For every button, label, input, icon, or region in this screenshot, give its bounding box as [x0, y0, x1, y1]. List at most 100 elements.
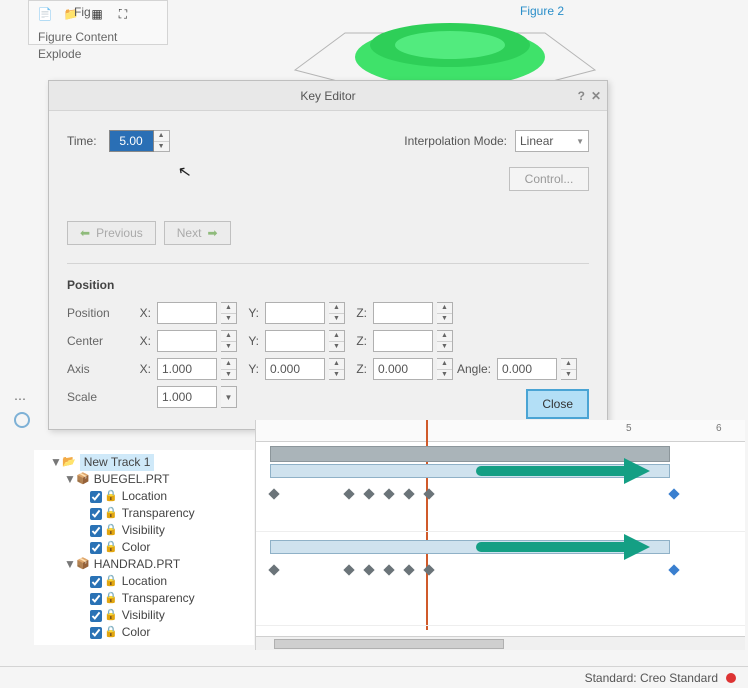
part-name: BUEGEL.PRT	[94, 471, 170, 488]
property-node[interactable]: 🔒Location	[78, 488, 252, 505]
position-y-input[interactable]	[265, 302, 325, 324]
crop-icon[interactable]: ⛶	[113, 5, 133, 23]
interp-dropdown[interactable]: Linear ▼	[515, 130, 589, 152]
keyframe-diamond[interactable]	[423, 488, 434, 499]
figure-tab-label[interactable]: Fig	[74, 5, 91, 19]
spinner[interactable]: ▲▼	[221, 330, 237, 352]
center-z-input[interactable]	[373, 330, 433, 352]
keyframe-row	[270, 562, 680, 578]
scrollbar-thumb[interactable]	[274, 639, 504, 649]
property-node[interactable]: 🔒Visibility	[78, 607, 252, 624]
dots-icon[interactable]: ⋯	[14, 392, 50, 406]
spinner[interactable]: ▲▼	[221, 358, 237, 380]
time-spinner[interactable]: ▲▼	[154, 130, 170, 152]
keyframe-diamond[interactable]	[423, 564, 434, 575]
x-label: X:	[137, 306, 157, 320]
spinner[interactable]: ▲▼	[561, 358, 577, 380]
timeline-scrollbar[interactable]	[256, 636, 745, 650]
ribbon-item-figure-content[interactable]: Figure Content	[38, 30, 117, 44]
property-checkbox[interactable]	[90, 610, 102, 622]
property-checkbox[interactable]	[90, 593, 102, 605]
spinner[interactable]: ▲▼	[437, 330, 453, 352]
property-checkbox[interactable]	[90, 576, 102, 588]
property-node[interactable]: 🔒Location	[78, 573, 252, 590]
row-center-label: Center	[67, 334, 137, 348]
y-label: Y:	[237, 306, 265, 320]
time-input[interactable]	[109, 130, 154, 152]
center-y-input[interactable]	[265, 330, 325, 352]
keyframe-diamond[interactable]	[668, 564, 679, 575]
center-x-input[interactable]	[157, 330, 217, 352]
property-node[interactable]: 🔒Transparency	[78, 505, 252, 522]
property-checkbox[interactable]	[90, 525, 102, 537]
position-x-input[interactable]	[157, 302, 217, 324]
part-icon: 📦	[76, 556, 90, 573]
status-dot-icon	[726, 673, 736, 683]
arrow-right-icon: ➡	[207, 226, 217, 240]
close-button[interactable]: Close	[526, 389, 589, 419]
property-checkbox[interactable]	[90, 491, 102, 503]
scale-dropdown[interactable]: ▼	[221, 386, 237, 408]
record-icon[interactable]	[14, 412, 30, 428]
keyframe-diamond[interactable]	[668, 488, 679, 499]
keyframe-diamond[interactable]	[363, 564, 374, 575]
keyframe-diamond[interactable]	[383, 564, 394, 575]
scale-input[interactable]	[157, 386, 217, 408]
timeline-track[interactable]	[256, 442, 745, 532]
property-node[interactable]: 🔒Color	[78, 539, 252, 556]
keyframe-diamond[interactable]	[268, 488, 279, 499]
angle-input[interactable]	[497, 358, 557, 380]
axis-y-input[interactable]	[265, 358, 325, 380]
property-label: Transparency	[122, 505, 195, 522]
spinner[interactable]: ▲▼	[329, 330, 345, 352]
collapse-icon[interactable]: ▼	[64, 556, 74, 573]
property-node[interactable]: 🔒Visibility	[78, 522, 252, 539]
property-label: Transparency	[122, 590, 195, 607]
lock-icon: 🔒	[104, 607, 118, 624]
axis-z-input[interactable]	[373, 358, 433, 380]
keyframe-diamond[interactable]	[383, 488, 394, 499]
part-node[interactable]: ▼📦HANDRAD.PRT	[64, 556, 252, 573]
lock-icon: 🔒	[104, 590, 118, 607]
keyframe-diamond[interactable]	[268, 564, 279, 575]
previous-button[interactable]: ⬅ Previous	[67, 221, 156, 245]
axis-x-input[interactable]	[157, 358, 217, 380]
row-axis-label: Axis	[67, 362, 137, 376]
help-icon[interactable]: ?	[578, 89, 585, 103]
ruler-tick: 6	[716, 423, 722, 434]
position-z-input[interactable]	[373, 302, 433, 324]
next-button[interactable]: Next ➡	[164, 221, 231, 245]
spinner[interactable]: ▲▼	[437, 302, 453, 324]
collapse-icon[interactable]: ▼	[64, 471, 74, 488]
spinner[interactable]: ▲▼	[437, 358, 453, 380]
part-node[interactable]: ▼📦BUEGEL.PRT	[64, 471, 252, 488]
collapse-icon[interactable]: ▼	[50, 454, 60, 471]
property-checkbox[interactable]	[90, 627, 102, 639]
key-editor-dialog: Key Editor ? ✕ Time: ▲▼ Interpolation Mo…	[48, 80, 608, 430]
keyframe-diamond[interactable]	[403, 564, 414, 575]
track-node[interactable]: ▼📂New Track 1	[50, 454, 252, 471]
dialog-titlebar: Key Editor ? ✕	[49, 81, 607, 111]
keyframe-diamond[interactable]	[363, 488, 374, 499]
timeline-ruler[interactable]: 5 6	[256, 420, 745, 442]
keyframe-diamond[interactable]	[343, 564, 354, 575]
spinner[interactable]: ▲▼	[329, 358, 345, 380]
ribbon-item-explode[interactable]: Explode	[38, 47, 81, 61]
property-node[interactable]: 🔒Transparency	[78, 590, 252, 607]
arrow-left-icon: ⬅	[80, 226, 90, 240]
timeline-track[interactable]	[256, 536, 745, 626]
keyframe-diamond[interactable]	[403, 488, 414, 499]
figure-tab-icon[interactable]: 📄	[35, 5, 55, 23]
property-label: Location	[122, 573, 167, 590]
spinner[interactable]: ▲▼	[221, 302, 237, 324]
keyframe-diamond[interactable]	[343, 488, 354, 499]
lock-icon: 🔒	[104, 505, 118, 522]
interp-label: Interpolation Mode:	[404, 134, 507, 148]
property-checkbox[interactable]	[90, 508, 102, 520]
spinner[interactable]: ▲▼	[329, 302, 345, 324]
control-button[interactable]: Control...	[509, 167, 589, 191]
chevron-down-icon: ▼	[576, 137, 584, 146]
close-icon[interactable]: ✕	[591, 89, 601, 103]
property-node[interactable]: 🔒Color	[78, 624, 252, 641]
property-checkbox[interactable]	[90, 542, 102, 554]
